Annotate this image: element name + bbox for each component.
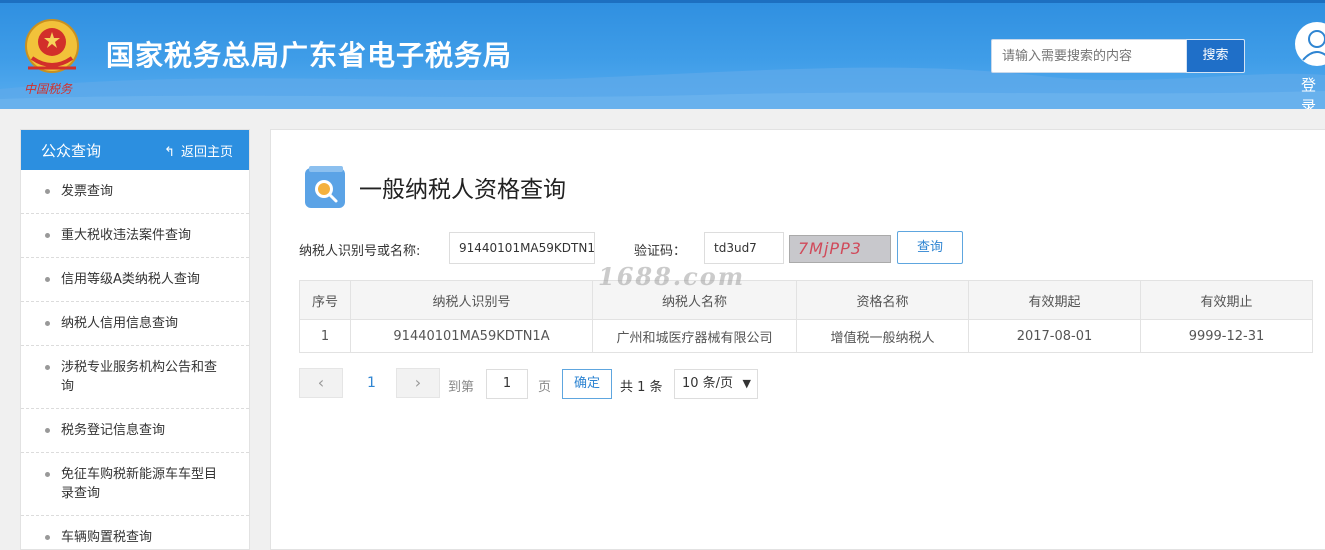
captcha-label: 验证码： [634,244,687,259]
sidebar-item-label: 纳税人信用信息查询 [61,316,179,331]
sidebar-item-credit-a-query[interactable]: 信用等级A类纳税人查询 [21,258,249,302]
bullet-icon [45,535,50,540]
sidebar-item-label: 免征车购税新能源车车型目录查询 [61,467,218,501]
table-cell: 增值税一般纳税人 [796,319,969,353]
sidebar-item-label: 税务登记信息查询 [61,423,166,438]
watermark: 1688.com [598,262,746,291]
sidebar-header: 公众查询 ↰ 返回主页 [21,130,249,170]
column-header: 有效期止 [1140,280,1313,320]
bullet-icon [45,277,50,282]
current-page-number[interactable]: 1 [367,375,376,391]
total-count: 共 1 条 [620,380,663,395]
back-arrow-icon: ↰ [164,145,175,160]
bullet-icon [45,365,50,370]
goto-page-input[interactable]: 1 [486,369,528,399]
sidebar-item-label: 车辆购置税查询 [61,530,153,545]
page-unit-label: 页 [538,380,552,395]
sidebar-item-registration-query[interactable]: 税务登记信息查询 [21,409,249,453]
site-header: 中国税务 国家税务总局广东省电子税务局 搜索 登录 [0,0,1325,109]
prev-page-button[interactable]: ‹ [299,368,343,398]
chevron-left-icon: ‹ [317,373,325,392]
chevron-down-icon: ▼ [742,377,751,390]
sidebar-item-label: 发票查询 [61,184,114,199]
tax-emblem-logo: 中国税务 [20,14,84,98]
search-button[interactable]: 搜索 [1186,39,1245,73]
table-cell: 1 [299,319,351,353]
table-header-row: 序号 纳税人识别号 纳税人名称 资格名称 有效期起 有效期止 [299,280,1313,320]
bullet-icon [45,428,50,433]
captcha-image[interactable]: 7MjPP3 [789,235,891,263]
column-header: 有效期起 [968,280,1141,320]
site-title: 国家税务总局广东省电子税务局 [106,39,513,72]
table-cell: 91440101MA59KDTN1A [350,319,593,353]
login-link[interactable]: 登录 [1301,74,1325,109]
sidebar: 公众查询 ↰ 返回主页 发票查询 重大税收违法案件查询 信用等级A类纳税人查询 纳… [20,129,250,550]
sidebar-item-new-energy-query[interactable]: 免征车购税新能源车车型目录查询 [21,453,249,516]
sidebar-item-vehicle-tax-query[interactable]: 车辆购置税查询 [21,516,249,549]
table-row: 1 91440101MA59KDTN1A 广州和城医疗器械有限公司 增值税一般纳… [299,319,1313,353]
taxpayer-label: 纳税人识别号或名称: [299,244,421,259]
sidebar-item-credit-info-query[interactable]: 纳税人信用信息查询 [21,302,249,346]
back-home-label: 返回主页 [180,145,233,160]
column-header: 资格名称 [796,280,969,320]
bullet-icon [45,321,50,326]
column-header: 纳税人识别号 [350,280,593,320]
bullet-icon [45,189,50,194]
table-cell: 9999-12-31 [1140,319,1313,353]
search-input[interactable] [991,39,1187,73]
chevron-right-icon: › [414,373,422,392]
search-doc-icon [305,166,345,208]
result-table: 序号 纳税人识别号 纳税人名称 资格名称 有效期起 有效期止 1 9144010… [299,280,1313,353]
goto-label: 到第 [448,380,475,395]
page-size-select[interactable]: 10 条/页 ▼ [674,369,758,399]
main-panel: 一般纳税人资格查询 纳税人识别号或名称: 91440101MA59KDTN1A … [270,129,1325,550]
table-cell: 广州和城医疗器械有限公司 [592,319,797,353]
next-page-button[interactable]: › [396,368,440,398]
sidebar-item-major-violation-query[interactable]: 重大税收违法案件查询 [21,214,249,258]
page-size-value: 10 条/页 [682,376,734,391]
user-icon [1302,30,1325,61]
sidebar-item-tax-agency-query[interactable]: 涉税专业服务机构公告和查询 [21,346,249,409]
captcha-input[interactable]: td3ud7 [704,232,784,264]
header-topline [0,0,1325,3]
taxpayer-id-input[interactable]: 91440101MA59KDTN1A [449,232,595,264]
sidebar-item-label: 重大税收违法案件查询 [61,228,192,243]
sidebar-item-label: 涉税专业服务机构公告和查询 [61,360,218,394]
bullet-icon [45,233,50,238]
bullet-icon [45,472,50,477]
page-title: 一般纳税人资格查询 [359,177,566,203]
column-header: 序号 [299,280,351,320]
sidebar-title: 公众查询 [41,142,102,160]
emblem-text: 中国税务 [24,82,73,96]
query-button[interactable]: 查询 [897,231,963,264]
back-home-link[interactable]: ↰ 返回主页 [164,141,233,160]
user-avatar-icon[interactable] [1295,22,1325,66]
table-cell: 2017-08-01 [968,319,1141,353]
sidebar-item-invoice-query[interactable]: 发票查询 [21,170,249,214]
sidebar-item-label: 信用等级A类纳税人查询 [61,272,200,287]
confirm-button[interactable]: 确定 [562,369,612,399]
